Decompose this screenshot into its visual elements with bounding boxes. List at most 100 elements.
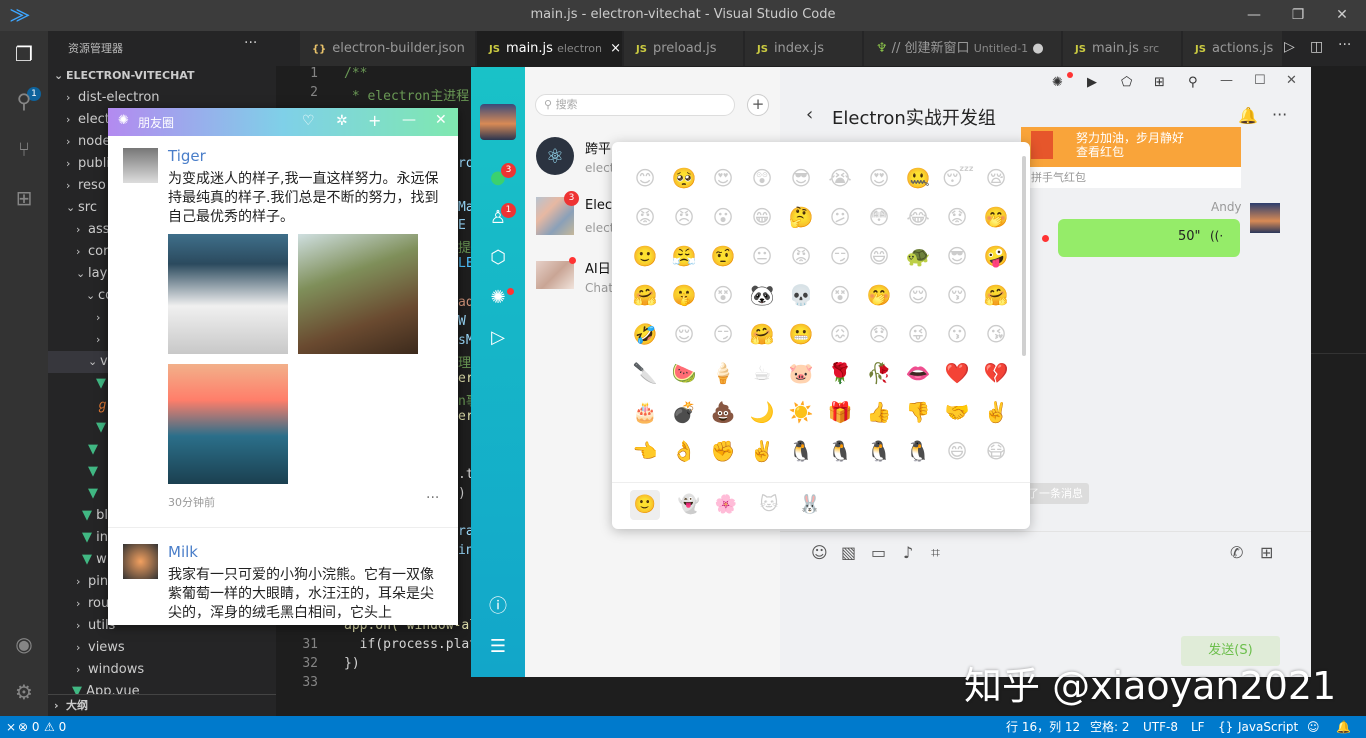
folder-icon[interactable]: ▭ bbox=[871, 543, 886, 562]
tree-item[interactable]: › windows bbox=[76, 659, 144, 681]
split-editor-icon[interactable]: ◫ bbox=[1310, 39, 1323, 55]
apps-icon[interactable]: ⊞ bbox=[1260, 543, 1273, 562]
close-icon[interactable]: ✕ bbox=[435, 112, 447, 128]
encoding[interactable]: UTF-8 bbox=[1143, 716, 1178, 738]
settings-gear-icon[interactable]: ⚙ bbox=[12, 680, 36, 704]
emoji-item[interactable]: 🥺 bbox=[669, 163, 699, 193]
tree-item[interactable]: › pin bbox=[76, 571, 108, 593]
emoji-item[interactable]: 😴 bbox=[942, 163, 974, 193]
emoji-item[interactable]: 😌 bbox=[903, 280, 933, 310]
tree-item[interactable]: › rou bbox=[76, 593, 109, 615]
emoji-item[interactable]: 😜 bbox=[903, 319, 933, 349]
phone-icon[interactable]: ✆ bbox=[1230, 543, 1243, 562]
emoji-item[interactable]: 🍦 bbox=[708, 358, 738, 388]
emoji-item[interactable]: 🤝 bbox=[942, 397, 972, 427]
red-packet-card[interactable]: 努力加油，步月静好 查看红包 bbox=[1021, 127, 1241, 167]
post-author[interactable]: Tiger bbox=[168, 147, 206, 165]
theme-icon[interactable]: ✲ bbox=[336, 113, 348, 129]
emoji-item[interactable]: 😡 bbox=[786, 241, 816, 271]
emoji-item[interactable]: 😏 bbox=[825, 241, 855, 271]
indentation[interactable]: 空格: 2 bbox=[1090, 716, 1130, 738]
notifications-bell-icon[interactable]: 🔔 bbox=[1336, 716, 1351, 738]
emoji-item[interactable]: 👈 bbox=[630, 436, 660, 466]
language-mode[interactable]: JavaScript bbox=[1238, 716, 1298, 738]
info-icon[interactable]: ⓘ bbox=[487, 596, 509, 618]
tree-item[interactable]: › reso bbox=[66, 175, 106, 197]
emoji-item[interactable]: 🐧 bbox=[903, 436, 933, 466]
emoji-item[interactable]: ❤️ bbox=[942, 358, 972, 388]
emoji-item[interactable]: 😬 bbox=[786, 319, 816, 349]
source-control-icon[interactable]: ⑂ bbox=[12, 137, 36, 161]
emoji-item[interactable]: 🤗 bbox=[747, 319, 777, 349]
emoji-item[interactable]: 😍 bbox=[708, 163, 738, 193]
warnings-status[interactable]: ⚠ 0 bbox=[44, 716, 66, 738]
grid-icon[interactable]: ⊞ bbox=[1154, 75, 1165, 90]
run-icon[interactable]: ▷ bbox=[1284, 39, 1295, 55]
tree-item[interactable]: › cor bbox=[76, 241, 108, 263]
emoji-item[interactable]: 🐷 bbox=[786, 358, 816, 388]
emoji-item[interactable]: ✌️ bbox=[747, 436, 777, 466]
emoji-item[interactable]: 😗 bbox=[942, 319, 972, 349]
add-button[interactable]: + bbox=[747, 94, 769, 116]
emoji-icon[interactable]: ☺ bbox=[811, 543, 828, 562]
emoji-tab-default[interactable]: 🙂 bbox=[630, 490, 660, 520]
tab-preload-js[interactable]: JS preload.js bbox=[624, 31, 744, 66]
emoji-item[interactable]: 😐 bbox=[747, 241, 777, 271]
emoji-item[interactable]: 🤐 bbox=[903, 163, 933, 193]
close-icon[interactable]: ✕ bbox=[1330, 4, 1354, 26]
add-icon[interactable]: + bbox=[368, 111, 381, 130]
emoji-item[interactable]: 😄 bbox=[942, 436, 972, 466]
emoji-item[interactable]: 😊 bbox=[630, 163, 660, 193]
emoji-item[interactable]: 🤔 bbox=[786, 202, 816, 232]
emoji-item[interactable]: 😟 bbox=[942, 202, 972, 232]
emoji-item[interactable]: 😠 bbox=[669, 202, 699, 232]
emoji-item[interactable]: ☕ bbox=[747, 358, 777, 388]
emoji-item[interactable]: 😄 bbox=[864, 241, 894, 271]
theme-icon[interactable]: ✺ bbox=[1052, 75, 1063, 90]
emoji-item[interactable]: 😪 bbox=[981, 163, 1011, 193]
emoji-item[interactable]: 🐧 bbox=[825, 436, 855, 466]
tab-main-js-src[interactable]: JS main.js src bbox=[1063, 31, 1182, 66]
emoji-item[interactable]: 😷 bbox=[981, 436, 1011, 466]
close-tab-icon[interactable]: × bbox=[610, 41, 621, 56]
more-actions-icon[interactable]: ··· bbox=[1338, 37, 1351, 53]
tree-item[interactable]: › elect bbox=[66, 109, 110, 131]
emoji-item[interactable]: 😲 bbox=[747, 163, 777, 193]
microphone-icon[interactable]: ♪ bbox=[903, 543, 913, 562]
tree-item[interactable]: › dist-electron bbox=[66, 87, 160, 109]
post-photo[interactable] bbox=[298, 234, 418, 354]
emoji-item[interactable]: 🤗 bbox=[630, 280, 660, 310]
scrollbar[interactable] bbox=[1022, 156, 1026, 356]
emoji-item[interactable]: 🤫 bbox=[669, 280, 699, 310]
emoji-item[interactable]: 😌 bbox=[669, 319, 699, 349]
minimize-icon[interactable]: — bbox=[1242, 4, 1266, 26]
emoji-item[interactable]: 😞 bbox=[864, 319, 894, 349]
emoji-item[interactable]: 😡 bbox=[630, 202, 660, 232]
more-icon[interactable]: ··· bbox=[1272, 105, 1287, 124]
end-of-line[interactable]: LF bbox=[1191, 716, 1205, 738]
emoji-item[interactable]: 😁 bbox=[747, 202, 777, 232]
emoji-item[interactable]: 😎 bbox=[942, 241, 972, 271]
minimize-icon[interactable]: — bbox=[402, 112, 416, 128]
maximize-icon[interactable]: ☐ bbox=[1254, 73, 1266, 88]
emoji-item[interactable]: 😵 bbox=[708, 280, 738, 310]
emoji-item[interactable]: 🐼 bbox=[747, 280, 777, 310]
tab-actions-js[interactable]: JS actions.js bbox=[1183, 31, 1283, 66]
minimize-icon[interactable]: — bbox=[1220, 73, 1233, 88]
emoji-item[interactable]: 😤 bbox=[669, 241, 699, 271]
project-root[interactable]: ⌄ ELECTRON-VITECHAT bbox=[54, 65, 194, 87]
tree-item[interactable]: ▼ bl bbox=[82, 505, 108, 527]
tab-main-js-active[interactable]: JS main.js electron × bbox=[477, 31, 623, 66]
emoji-item[interactable]: ✊ bbox=[708, 436, 738, 466]
emoji-item[interactable]: 🌹 bbox=[825, 358, 855, 388]
bell-icon[interactable]: 🔔 bbox=[1238, 106, 1258, 125]
emoji-item[interactable]: 💀 bbox=[786, 280, 816, 310]
outline-section[interactable]: › 大纲 bbox=[48, 694, 276, 716]
emoji-item[interactable]: 🤣 bbox=[630, 319, 660, 349]
post-author[interactable]: Milk bbox=[168, 543, 198, 561]
emoji-item[interactable]: 🐧 bbox=[786, 436, 816, 466]
emoji-item[interactable]: ✌️ bbox=[981, 397, 1011, 427]
emoji-item[interactable]: 🤗 bbox=[981, 280, 1011, 310]
explorer-icon[interactable]: ❐ bbox=[12, 42, 36, 66]
emoji-item[interactable]: 🎂 bbox=[630, 397, 660, 427]
